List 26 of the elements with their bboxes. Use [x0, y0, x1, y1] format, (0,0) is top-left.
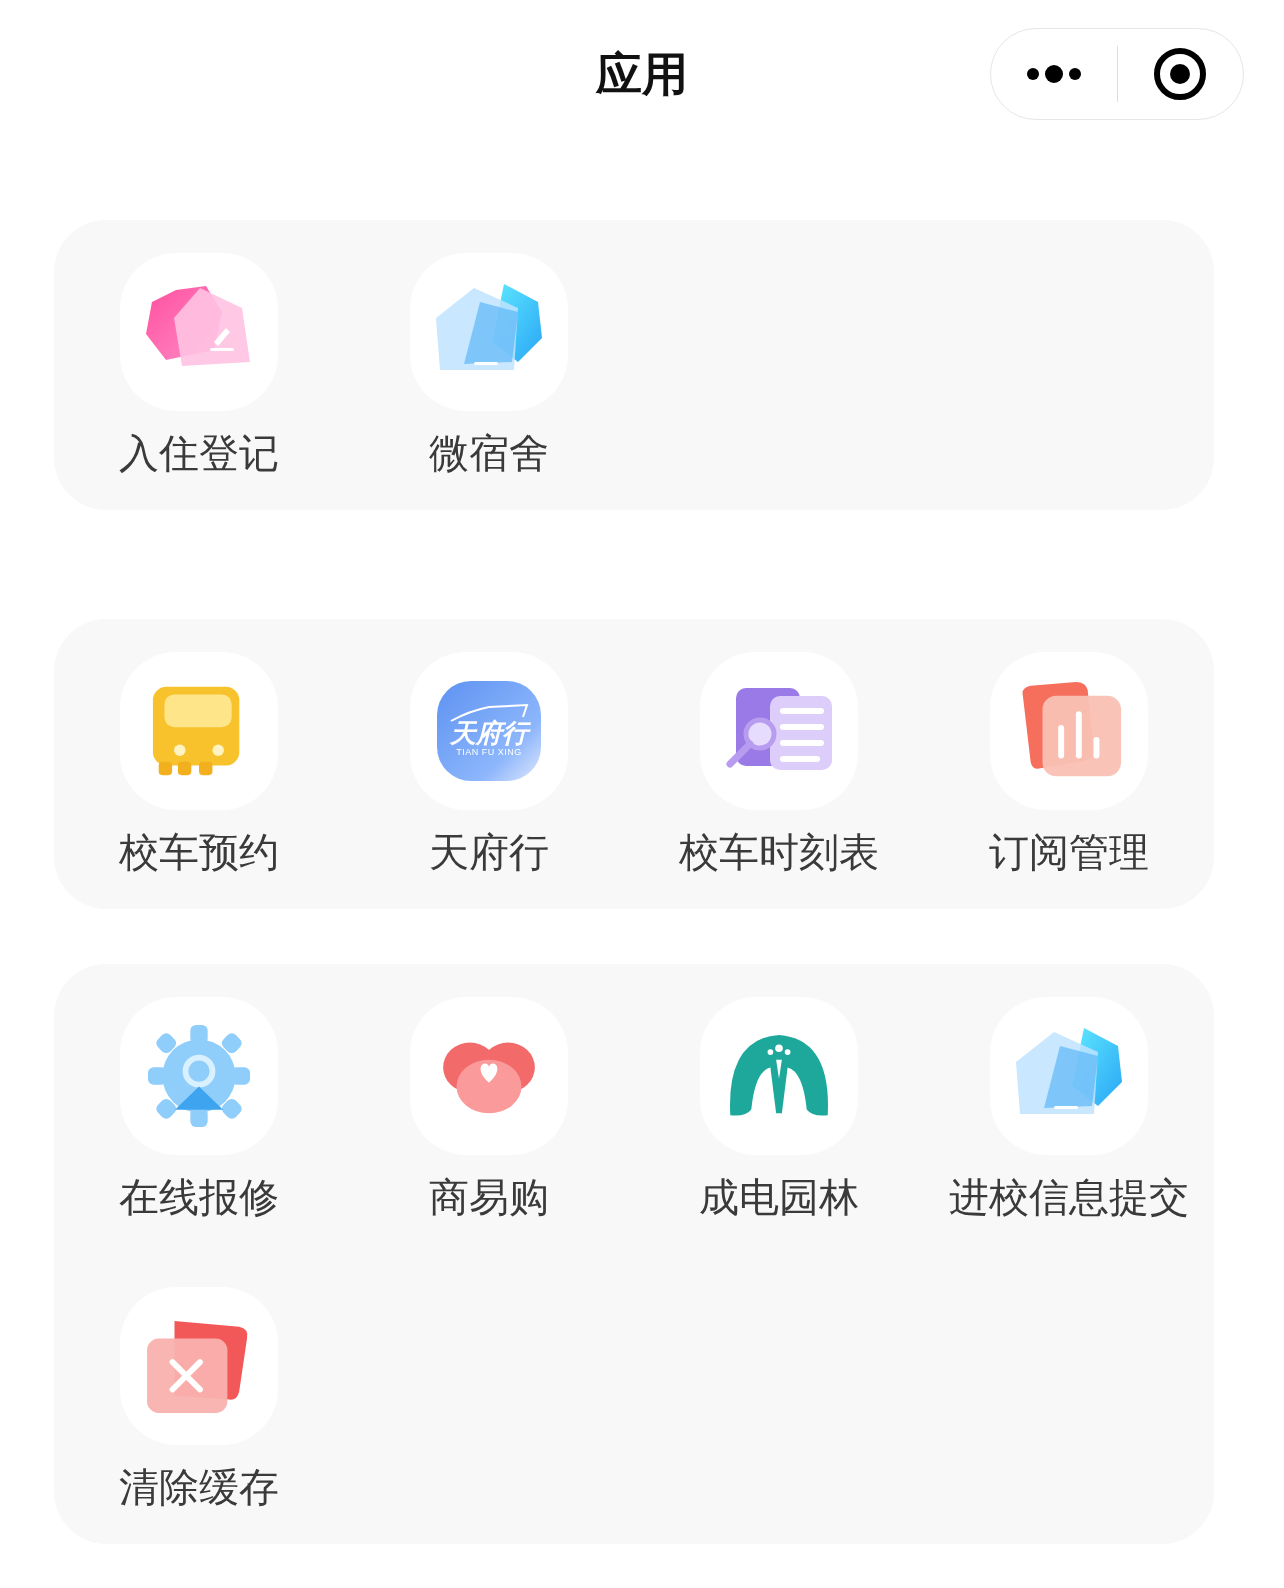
app-label[interactable]: 入住登记 — [119, 429, 279, 477]
app-label[interactable]: 微宿舍 — [429, 429, 549, 477]
app-label[interactable]: 商易购 — [429, 1173, 549, 1221]
app-icon-button[interactable] — [120, 997, 278, 1155]
app-icon-button[interactable] — [700, 997, 858, 1155]
app-label[interactable]: 在线报修 — [119, 1173, 279, 1221]
app-icon-button[interactable] — [410, 997, 568, 1155]
app-icon-button[interactable] — [990, 997, 1148, 1155]
app-label[interactable]: 订阅管理 — [989, 828, 1149, 876]
app-label[interactable]: 成电园林 — [699, 1173, 859, 1221]
page-title: 应用 — [596, 46, 688, 103]
target-icon — [1153, 47, 1208, 101]
app-icon-button[interactable] — [410, 253, 568, 411]
app-icon-button[interactable] — [700, 652, 858, 810]
app-label[interactable]: 进校信息提交 — [949, 1173, 1189, 1221]
app-label[interactable]: 校车预约 — [119, 828, 279, 876]
app-icon-button[interactable] — [120, 253, 278, 411]
app-icon-button[interactable] — [120, 1287, 278, 1445]
gear-icon — [146, 1023, 252, 1129]
app-label[interactable]: 天府行 — [429, 828, 549, 876]
logo-subtext: TIAN FU XING — [456, 746, 522, 758]
app-label[interactable]: 清除缓存 — [119, 1463, 279, 1511]
app-icon-button[interactable] — [990, 652, 1148, 810]
more-icon — [1024, 65, 1083, 83]
app-label[interactable]: 校车时刻表 — [679, 828, 879, 876]
app-icon-button[interactable] — [120, 652, 278, 810]
